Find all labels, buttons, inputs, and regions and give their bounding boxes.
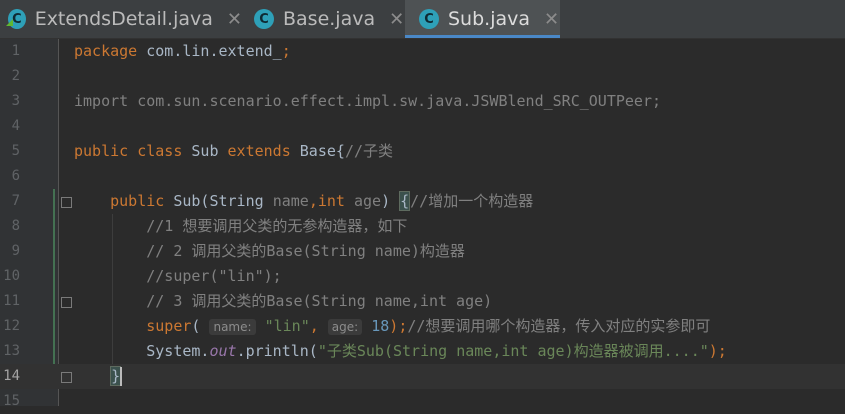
line-number: 5: [11, 143, 20, 159]
code-token: extends: [227, 142, 291, 160]
line-number: 14: [3, 368, 20, 384]
code-token: //增加一个构造器: [410, 192, 534, 210]
code-token: Base{: [290, 142, 345, 160]
code-token: "子类Sub(String name,int age)构造器被调用....": [317, 342, 709, 360]
parameter-hint: name:: [209, 319, 256, 335]
line-code: System.out.println("子类Sub(String name,in…: [74, 339, 727, 364]
code-token: com.lin.extend_: [137, 42, 282, 60]
code-line[interactable]: 7 public Sub(String name,int age) {//增加一…: [0, 189, 845, 214]
code-token: ;: [281, 42, 291, 60]
code-line[interactable]: 10 //super("lin");: [0, 264, 845, 289]
code-token: package: [74, 42, 138, 60]
code-line[interactable]: 14 }: [0, 364, 845, 389]
line-code: //super("lin");: [74, 264, 282, 289]
code-token: // 3 调用父类的Base(String name,int age): [74, 292, 493, 310]
line-number: 4: [11, 118, 20, 134]
close-icon[interactable]: ✕: [544, 9, 559, 30]
code-line[interactable]: 5 public class Sub extends Base{//子类: [0, 139, 845, 164]
close-icon[interactable]: ✕: [389, 9, 404, 30]
line-number: 9: [11, 243, 20, 259]
code-line[interactable]: 9 // 2 调用父类的Base(String name)构造器: [0, 239, 845, 264]
fold-icon[interactable]: [61, 197, 72, 208]
code-line[interactable]: 4: [0, 114, 845, 139]
line-code: import com.sun.scenario.effect.impl.sw.j…: [74, 89, 661, 114]
java-class-icon: C: [8, 9, 26, 29]
code-token: 18: [371, 317, 390, 335]
code-token: Sub(String: [173, 192, 273, 210]
line-code: public class Sub extends Base{//子类: [74, 139, 393, 164]
tab-label: Base.java: [283, 8, 376, 30]
code-line[interactable]: 8 //1 想要调用父类的无参构造器，如下: [0, 214, 845, 239]
code-token: //1 想要调用父类的无参构造器，如下: [74, 217, 408, 235]
code-token: );: [389, 317, 408, 335]
line-code: // 3 调用父类的Base(String name,int age): [74, 289, 492, 314]
tab-extendsdetail[interactable]: C ExtendsDetail.java ✕: [0, 0, 242, 38]
fold-icon[interactable]: [61, 297, 72, 308]
line-number: 8: [11, 218, 20, 234]
code-token: out: [209, 342, 237, 360]
line-code: }: [74, 364, 123, 389]
line-number: 12: [3, 318, 20, 334]
code-token: Sub: [182, 142, 228, 160]
code-token: import com.sun.scenario.effect.impl.sw.j…: [74, 92, 661, 110]
code-editor[interactable]: 1 package com.lin.extend_; 2 3 import com.su…: [0, 39, 845, 409]
line-code: super( name: "lin", age: 18);//想要调用哪个构造器…: [74, 314, 710, 340]
code-token: .println(: [236, 342, 318, 360]
tab-base[interactable]: C Base.java ✕: [242, 0, 405, 38]
code-token: (: [191, 317, 210, 335]
tab-label: Sub.java: [448, 8, 531, 30]
line-number: 3: [11, 93, 20, 109]
code-line[interactable]: 3 import com.sun.scenario.effect.impl.sw.…: [0, 89, 845, 114]
editor-tab-bar: C ExtendsDetail.java ✕ C Base.java ✕ C S…: [0, 0, 845, 39]
line-number: 7: [11, 193, 20, 209]
line-number: 15: [3, 393, 20, 409]
code-line[interactable]: 2: [0, 64, 845, 89]
code-token: int: [317, 192, 354, 210]
close-icon[interactable]: ✕: [227, 9, 242, 30]
line-number: 10: [3, 268, 20, 284]
code-token: System.: [74, 342, 210, 360]
code-line[interactable]: 13 System.out.println("子类Sub(String name…: [0, 339, 845, 364]
parameter-hint: age:: [327, 319, 363, 335]
fold-icon[interactable]: [61, 372, 72, 383]
code-token: );: [708, 342, 727, 360]
tab-sub[interactable]: C Sub.java ✕: [405, 0, 560, 38]
code-line[interactable]: 11 // 3 调用父类的Base(String name,int age): [0, 289, 845, 314]
line-number: 2: [11, 68, 20, 84]
tab-label: ExtendsDetail.java: [34, 8, 213, 30]
code-token: {: [399, 191, 411, 211]
line-number: 13: [3, 343, 20, 359]
line-code: // 2 调用父类的Base(String name)构造器: [74, 239, 465, 264]
code-line[interactable]: 1 package com.lin.extend_;: [0, 39, 845, 64]
code-token: //super("lin");: [74, 267, 282, 285]
code-token: super: [146, 317, 192, 335]
code-token: //子类: [344, 142, 393, 160]
code-token: public: [74, 192, 174, 210]
code-token: // 2 调用父类的Base(String name)构造器: [74, 242, 465, 260]
line-number: 11: [3, 293, 20, 309]
line-number: 1: [11, 43, 20, 59]
code-line[interactable]: 12 super( name: "lin", age: 18);//想要调用哪个…: [0, 314, 845, 339]
code-token: public class: [74, 142, 183, 160]
line-code: public Sub(String name,int age) {//增加一个构…: [74, 189, 533, 214]
line-number: 6: [11, 168, 20, 184]
code-token: "lin": [264, 317, 310, 335]
code-line[interactable]: 15: [0, 389, 845, 414]
code-token: ,: [309, 317, 328, 335]
code-token: ): [381, 192, 400, 210]
code-line[interactable]: 6: [0, 164, 845, 189]
line-code: package com.lin.extend_;: [74, 39, 291, 64]
code-token: ,: [308, 192, 318, 210]
java-class-icon: C: [419, 9, 439, 29]
code-token: //想要调用哪个构造器，传入对应的实参即可: [407, 317, 711, 335]
line-code: //1 想要调用父类的无参构造器，如下: [74, 214, 407, 239]
java-class-icon: C: [254, 9, 274, 29]
code-token: age: [353, 192, 382, 210]
text-caret: [120, 367, 123, 386]
code-token: name: [272, 192, 309, 210]
